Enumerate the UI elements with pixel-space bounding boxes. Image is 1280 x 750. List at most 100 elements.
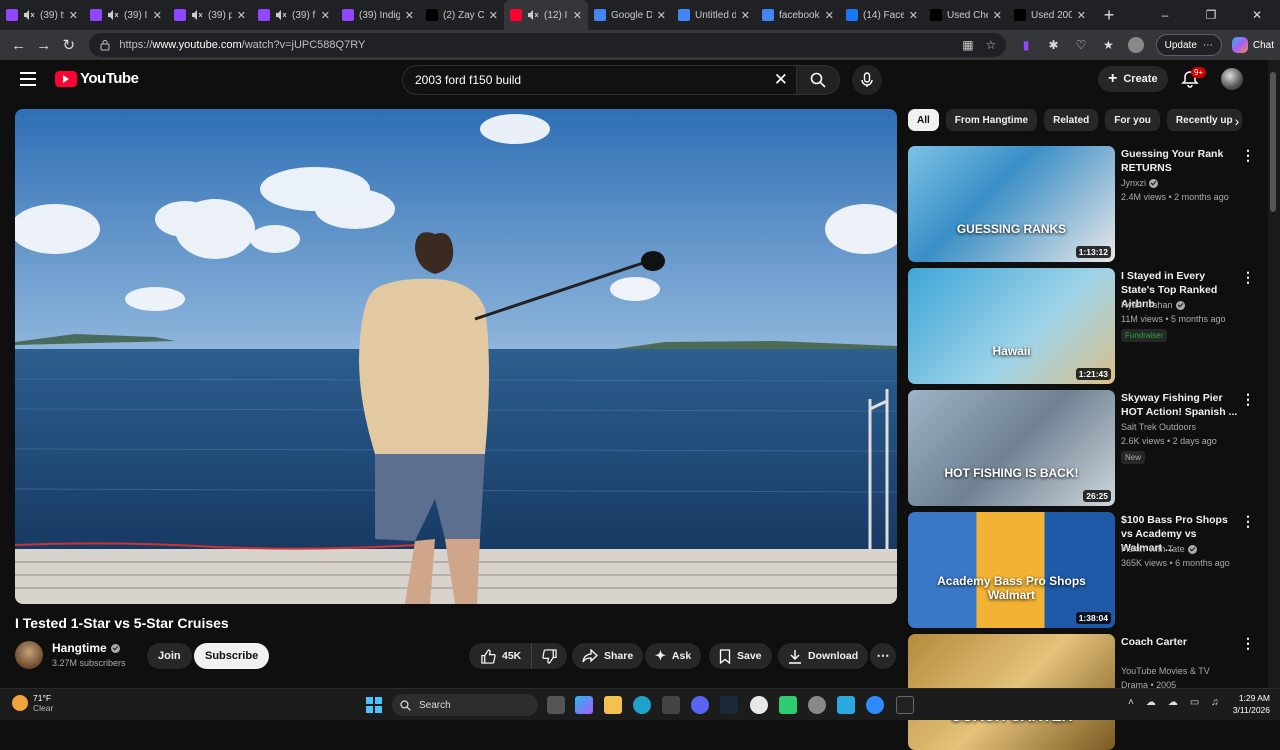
favorites-icon[interactable]: ★ [1101,37,1116,53]
twitch-extension-icon[interactable]: ▮ [1018,37,1033,53]
more-vertical-icon[interactable]: ⋮ [1241,391,1255,408]
weather-widget[interactable]: 71°F Clear [12,693,53,713]
browser-tab[interactable]: Used Chev ✕ [924,0,1008,30]
app-icon[interactable] [779,696,797,714]
close-tab-icon[interactable]: ✕ [405,9,414,22]
create-button[interactable]: + Create [1098,66,1168,92]
forward-button[interactable]: → [31,32,56,58]
filter-chip[interactable]: Related [1044,109,1099,131]
discord-icon[interactable] [691,696,709,714]
more-vertical-icon[interactable]: ⋮ [1241,147,1255,164]
update-button[interactable]: Update ⋯ [1155,34,1222,56]
muted-speaker-icon[interactable] [275,9,287,21]
copilot-chat-button[interactable]: Chat [1231,37,1274,53]
start-button[interactable] [366,697,382,713]
browser-tab[interactable]: (39) pi ✕ [168,0,252,30]
browser-tab[interactable]: (14) Faceb ✕ [840,0,924,30]
favorite-star-icon[interactable]: ☆ [986,38,997,52]
close-tab-icon[interactable]: ✕ [573,9,582,22]
chips-next-icon[interactable]: › [1228,110,1246,132]
settings-icon[interactable] [808,696,826,714]
new-tab-button[interactable]: + [1096,2,1122,28]
restore-icon[interactable]: ❐ [1188,0,1234,30]
close-tab-icon[interactable]: ✕ [741,9,750,22]
subscribe-button[interactable]: Subscribe [194,643,270,669]
help-icon[interactable] [866,696,884,714]
filter-chip[interactable]: From Hangtime [945,109,1038,131]
browser-tab[interactable]: (2) Zay Ca ✕ [420,0,504,30]
browser-tab[interactable]: Untitled do ✕ [672,0,756,30]
recommended-video[interactable]: Hawaii 1:21:43 I Stayed in Every State's T… [908,268,1258,384]
video-thumbnail[interactable]: Academy Bass Pro Shops Walmart 1:38:04 [908,512,1115,628]
voice-search-button[interactable] [852,65,882,95]
epic-games-icon[interactable] [896,696,914,714]
video-thumbnail[interactable]: GUESSING RANKS 1:13:12 [908,146,1115,262]
copilot-taskbar-icon[interactable] [575,696,593,714]
ask-button[interactable]: ✦ Ask [645,643,702,669]
browser-tab[interactable]: Google Do ✕ [588,0,672,30]
muted-speaker-icon[interactable] [527,9,539,21]
browser-tab[interactable]: (39) In ✕ [84,0,168,30]
muted-speaker-icon[interactable] [23,9,35,21]
browser-tab[interactable]: facebook ✕ [756,0,840,30]
close-tab-icon[interactable]: ✕ [1077,9,1086,22]
browser-tab[interactable]: (12) I T ✕ [504,0,588,30]
browser-tab[interactable]: (39) Indigo ✕ [336,0,420,30]
recommended-video[interactable]: Academy Bass Pro Shops Walmart 1:38:04 $10… [908,512,1258,628]
search-input[interactable]: 2003 ford f150 build ✕ [402,65,796,95]
close-tab-icon[interactable]: ✕ [489,9,498,22]
minimize-icon[interactable]: – [1142,0,1188,30]
close-tab-icon[interactable]: ✕ [909,9,918,22]
close-tab-icon[interactable]: ✕ [153,9,162,22]
close-tab-icon[interactable]: ✕ [825,9,834,22]
back-button[interactable]: ← [6,32,31,58]
volume-icon[interactable]: ♫ [1211,697,1219,708]
join-button[interactable]: Join [147,643,192,669]
browser-tab[interactable]: (39) tw ✕ [0,0,84,30]
chrome-icon[interactable] [750,696,768,714]
recommended-video[interactable]: HOT FISHING IS BACK! 26:25 Skyway Fishing … [908,390,1258,506]
filter-chip[interactable]: All [908,109,939,131]
file-explorer-icon[interactable] [604,696,622,714]
store-icon[interactable] [662,696,680,714]
recommended-video[interactable]: GUESSING RANKS 1:13:12 Guessing Your Rank … [908,146,1258,262]
browser-essentials-icon[interactable]: ♡ [1073,37,1088,53]
channel-name[interactable]: Salt Trek Outdoors [1121,422,1196,432]
share-button[interactable]: Share [572,643,644,669]
more-vertical-icon[interactable]: ⋮ [1241,269,1255,286]
close-tab-icon[interactable]: ✕ [993,9,1002,22]
clock[interactable]: 1:29 AM 3/11/2026 [1226,692,1270,716]
channel-name[interactable]: YouTube Movies & TV [1121,666,1210,676]
more-vertical-icon[interactable]: ⋮ [1241,635,1255,652]
youtube-logo[interactable]: YouTube [55,70,139,87]
channel-name[interactable]: Fishin' with Tate [1121,544,1197,554]
browser-tab[interactable]: (39) fp ✕ [252,0,336,30]
edge-icon[interactable] [633,696,651,714]
video-player[interactable] [15,109,897,604]
menu-icon[interactable] [20,72,36,86]
video-title[interactable]: Coach Carter [1121,635,1239,649]
channel-name[interactable]: Hangtime [52,641,120,655]
muted-speaker-icon[interactable] [191,9,203,21]
profile-icon[interactable] [1128,37,1144,53]
channel-name[interactable]: Ryan Trahan [1121,300,1185,310]
address-bar[interactable]: https://www.youtube.com/watch?v=jUPC588Q… [89,33,1007,57]
video-thumbnail[interactable]: HOT FISHING IS BACK! 26:25 [908,390,1115,506]
close-window-icon[interactable]: ✕ [1234,0,1280,30]
dislike-button[interactable] [532,643,567,669]
reload-button[interactable]: ↻ [56,32,81,58]
more-vertical-icon[interactable]: ⋮ [1241,513,1255,530]
extensions-icon[interactable]: ✱ [1046,37,1061,53]
close-tab-icon[interactable]: ✕ [321,9,330,22]
app-available-icon[interactable]: ▦ [962,38,973,52]
close-tab-icon[interactable]: ✕ [657,9,666,22]
tray-overflow-icon[interactable]: ˄ [1128,697,1134,708]
task-view-icon[interactable] [547,696,565,714]
scrollbar-thumb[interactable] [1270,72,1276,212]
video-title[interactable]: Guessing Your Rank RETURNS [1121,147,1239,175]
steam-icon[interactable] [720,696,738,714]
channel-avatar[interactable] [15,641,43,669]
clear-search-icon[interactable]: ✕ [774,70,788,90]
account-avatar[interactable] [1221,68,1243,90]
search-button[interactable] [796,65,840,95]
